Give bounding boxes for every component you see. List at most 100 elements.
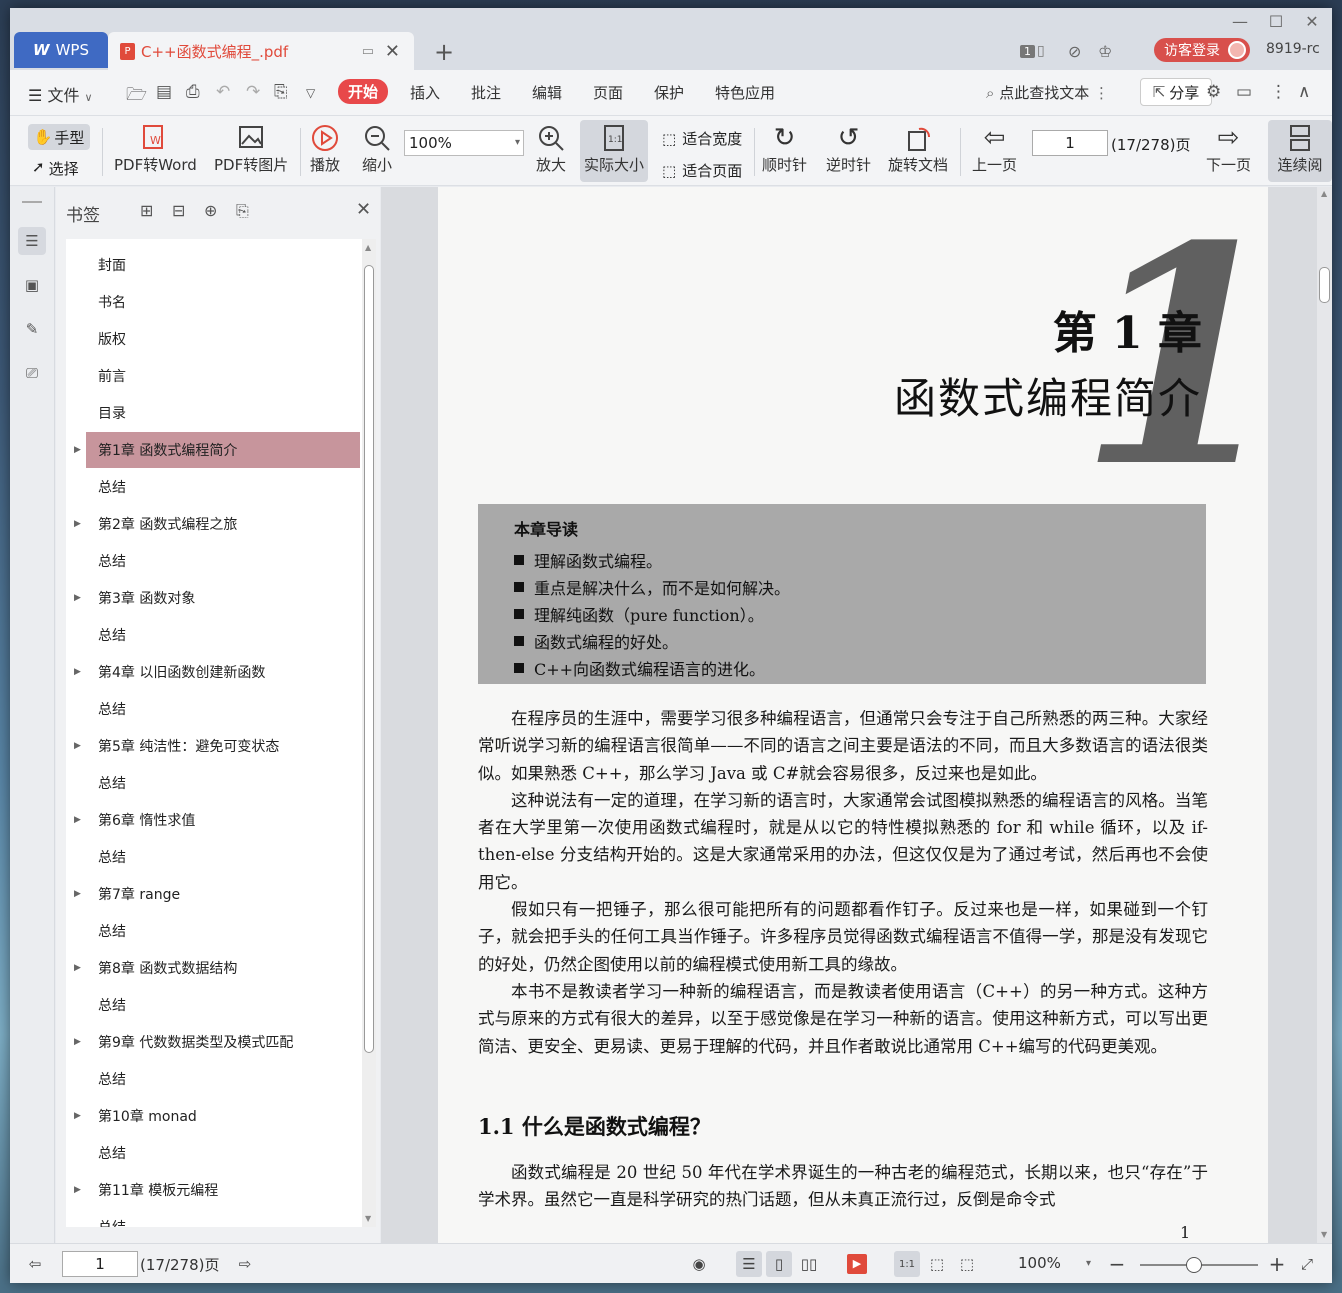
new-tab-button[interactable]: + (434, 38, 454, 66)
bookmark-item[interactable]: 总结 (86, 469, 360, 505)
minimize-icon[interactable]: — (1226, 12, 1254, 31)
select-tool-button[interactable]: ➚ 选择 (32, 158, 79, 179)
bookmark-item[interactable]: 总结 (86, 691, 360, 727)
bookmark-item[interactable]: 总结 (86, 1135, 360, 1171)
zoom-slider[interactable] (1140, 1257, 1258, 1273)
more-dropdown-icon[interactable]: ▽ (306, 86, 315, 100)
hand-tool-button[interactable]: ✋ 手型 (28, 124, 90, 150)
bookmark-item[interactable]: 总结 (86, 543, 360, 579)
status-page-input[interactable]: 1 (62, 1251, 138, 1277)
zoom-out-icon[interactable]: − (1104, 1251, 1130, 1277)
status-zoom-value[interactable]: 100% (1018, 1254, 1061, 1272)
bookmark-panel-icon[interactable]: ☰ (18, 227, 46, 255)
collapse-all-icon[interactable]: ⊟ (172, 201, 185, 220)
fit-page-button[interactable]: ⬚ 适合页面 (662, 160, 742, 181)
bookmark-item[interactable]: 总结 (86, 765, 360, 801)
close-tab-icon[interactable]: ✕ (385, 41, 400, 62)
pdf-to-image-button[interactable]: PDF转图片 (214, 122, 288, 175)
expand-arrow-icon[interactable]: ▶ (74, 1111, 81, 1121)
zoom-out-button[interactable]: 缩小 (362, 122, 392, 175)
bookmark-item[interactable]: ▶ 第9章 代数数据类型及模式匹配 (74, 1024, 360, 1060)
rotate-counterclockwise-button[interactable]: ↺ 逆时针 (826, 122, 871, 175)
sync-icon[interactable]: ⊘ (1068, 38, 1081, 64)
zoom-in-icon[interactable]: + (1264, 1251, 1290, 1277)
actual-size-button[interactable]: 1:1 实际大小 (580, 120, 648, 182)
bookmark-item[interactable]: ▶ 第10章 monad (74, 1098, 360, 1134)
share-button[interactable]: ⇱ 分享 (1140, 78, 1212, 106)
more-options-icon[interactable]: ⋮ (1270, 82, 1287, 102)
expand-arrow-icon[interactable]: ▶ (74, 889, 81, 899)
expand-arrow-icon[interactable]: ▶ (74, 963, 81, 973)
comment-icon[interactable]: ▭ (1236, 82, 1252, 102)
add-bookmark-icon[interactable]: ⊕ (204, 201, 217, 220)
zoom-select[interactable]: 100% ▾ (404, 130, 524, 156)
screen-icon[interactable]: ▭ (362, 44, 374, 59)
zoom-slider-handle[interactable] (1186, 1257, 1202, 1273)
expand-all-icon[interactable]: ⊞ (140, 201, 153, 220)
bookmark-scrollbar[interactable]: ▲ ▼ (362, 239, 376, 1227)
bookmark-item[interactable]: ▶ 第4章 以旧函数创建新函数 (74, 654, 360, 690)
expand-arrow-icon[interactable]: ▶ (74, 667, 81, 677)
expand-arrow-icon[interactable]: ▶ (74, 593, 81, 603)
play-slideshow-icon[interactable]: ▶ (844, 1251, 870, 1277)
bookmark-item[interactable]: 目录 (86, 395, 360, 431)
prev-page-icon[interactable]: ⇦ (22, 1251, 48, 1277)
document-viewport[interactable]: 1 第 1 章 函数式编程简介 本章导读 理解函数式编程。 重点是解决什么，而不… (381, 187, 1332, 1243)
redo-icon[interactable]: ↷ (246, 82, 260, 102)
find-text-button[interactable]: ⌕ 点此查找文本 ⋮ (986, 82, 1109, 103)
menu-tab-special[interactable]: 特色应用 (715, 82, 775, 103)
pdf-to-word-button[interactable]: W PDF转Word (114, 122, 197, 175)
page-number-input[interactable]: 1 (1032, 130, 1108, 156)
next-page-icon[interactable]: ⇨ (232, 1251, 258, 1277)
undo-icon[interactable]: ↶ (216, 82, 230, 102)
rotate-document-button[interactable]: 旋转文档 (888, 122, 948, 175)
menu-tab-page[interactable]: 页面 (593, 82, 623, 103)
login-button[interactable]: 访客登录 (1154, 38, 1250, 62)
scroll-up-icon[interactable]: ▲ (365, 243, 371, 252)
bookmark-item[interactable]: 版权 (86, 321, 360, 357)
actual-size-icon[interactable]: 1:1 (894, 1251, 920, 1277)
collapse-ribbon-icon[interactable]: ∧ (1298, 82, 1310, 102)
bookmark-item[interactable]: ▶ 第5章 纯洁性：避免可变状态 (74, 728, 360, 764)
print-icon[interactable]: ⎙ (186, 82, 200, 102)
continuous-view-icon[interactable]: ☰ (736, 1251, 762, 1277)
continuous-read-button[interactable]: 连续阅 (1268, 120, 1332, 182)
menu-tab-edit[interactable]: 编辑 (532, 82, 562, 103)
play-button[interactable]: 播放 (310, 122, 340, 175)
close-window-icon[interactable]: ✕ (1298, 12, 1326, 31)
image-search-icon[interactable]: ⎚ (18, 359, 46, 387)
eye-protection-icon[interactable]: ◉ (686, 1251, 712, 1277)
bookmark-item[interactable]: 总结 (86, 913, 360, 949)
scroll-up-icon[interactable]: ▲ (1321, 189, 1327, 198)
bookmark-item[interactable]: 总结 (86, 987, 360, 1023)
fit-width-icon[interactable]: ⬚ (954, 1251, 980, 1277)
bookmark-item[interactable]: 总结 (86, 617, 360, 653)
bookmark-item[interactable]: 总结 (86, 1209, 360, 1227)
bookmark-item[interactable]: ▶ 第8章 函数式数据结构 (74, 950, 360, 986)
tab-document[interactable]: P C++函数式编程_.pdf ▭ ✕ (108, 32, 414, 70)
scroll-down-icon[interactable]: ▼ (1321, 1230, 1327, 1239)
expand-arrow-icon[interactable]: ▶ (74, 1185, 81, 1195)
bookmark-item[interactable]: 封面 (86, 247, 360, 283)
expand-arrow-icon[interactable]: ▶ (74, 519, 81, 529)
maximize-icon[interactable]: ☐ (1262, 12, 1290, 31)
scroll-thumb[interactable] (364, 265, 374, 1053)
menu-file[interactable]: ☰ 文件 ∨ (28, 82, 93, 106)
two-page-icon[interactable]: ▯▯ (796, 1251, 822, 1277)
close-panel-icon[interactable]: ✕ (356, 199, 371, 220)
bookmark-options-icon[interactable]: ⎘ (236, 201, 249, 221)
menu-tab-start[interactable]: 开始 (338, 79, 389, 104)
export-icon[interactable]: ⎘ (274, 82, 288, 102)
fit-page-icon[interactable]: ⬚ (924, 1251, 950, 1277)
skin-icon[interactable]: ♔ (1098, 38, 1112, 64)
open-folder-icon[interactable]: 🗁 (126, 82, 147, 111)
menu-tab-protect[interactable]: 保护 (654, 82, 684, 103)
bookmark-item[interactable]: 书名 (86, 284, 360, 320)
bookmark-item[interactable]: ▶ 第6章 惰性求值 (74, 802, 360, 838)
expand-arrow-icon[interactable]: ▶ (74, 815, 81, 825)
menu-tab-insert[interactable]: 插入 (410, 82, 440, 103)
bookmark-item[interactable]: 前言 (86, 358, 360, 394)
thumbnail-icon[interactable]: ▣ (18, 271, 46, 299)
annotation-icon[interactable]: ✎ (18, 315, 46, 343)
save-icon[interactable]: ▤ (156, 82, 172, 102)
